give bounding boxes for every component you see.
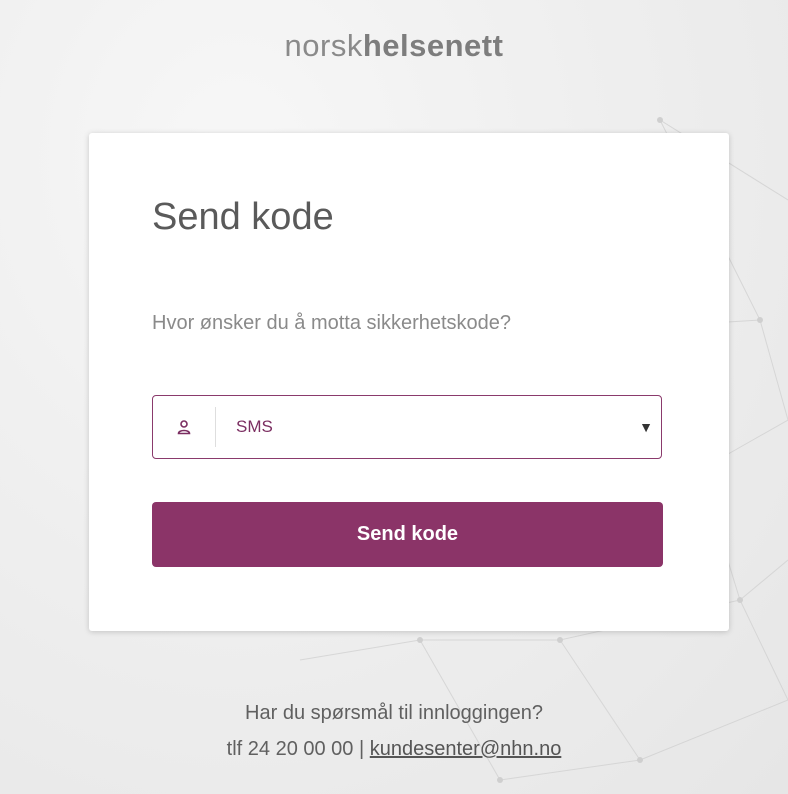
contact-separator: | — [359, 738, 365, 760]
delivery-method-value: SMS — [236, 417, 273, 436]
page-title: Send kode — [152, 196, 334, 238]
send-code-button[interactable]: Send kode — [152, 502, 663, 567]
delivery-question: Hvor ønsker du å motta sikkerhetskode? — [152, 312, 512, 334]
chevron-down-icon: ▼ — [639, 419, 653, 435]
phone-number: tlf 24 20 00 00 — [226, 738, 354, 760]
norsk-helsenett-logo: norskhelsenett — [0, 28, 788, 64]
logo-text-helsenett: helsenett — [362, 28, 504, 63]
email-link[interactable]: kundesenter@nhn.no — [370, 738, 562, 760]
send-code-card: Send kode Hvor ønsker du å motta sikkerh… — [89, 133, 729, 631]
help-contact: tlf 24 20 00 00 | kundesenter@nhn.no — [0, 738, 788, 761]
user-icon — [153, 407, 216, 447]
help-question: Har du spørsmål til innloggingen? — [245, 702, 543, 724]
delivery-method-select[interactable]: SMS ▼ — [152, 395, 662, 459]
logo-text-norsk: norsk — [284, 28, 363, 63]
